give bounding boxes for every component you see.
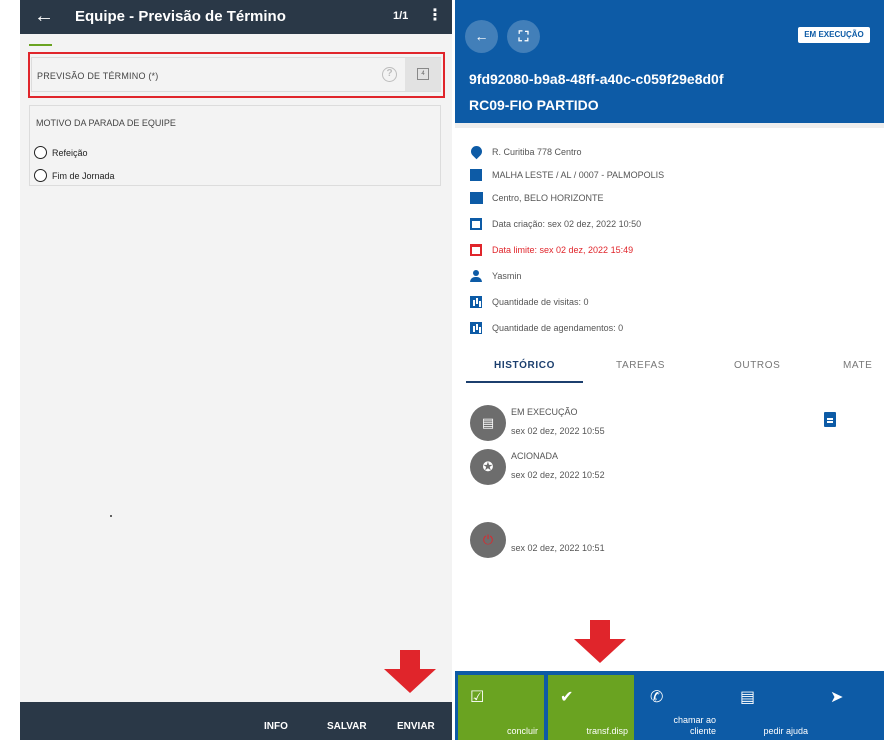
calendar-button[interactable]: 4 xyxy=(405,58,441,91)
info-text: Data criação: sex 02 dez, 2022 10:50 xyxy=(492,219,642,229)
person-icon xyxy=(470,269,483,283)
transf-disp-button[interactable]: ✔ transf.disp xyxy=(548,675,634,740)
tab-outros[interactable]: OUTROS xyxy=(734,360,780,371)
tab-tarefas[interactable]: TAREFAS xyxy=(616,360,665,371)
history-date: sex 02 dez, 2022 10:52 xyxy=(511,470,605,480)
directions-icon: ➤ xyxy=(830,689,844,706)
fullscreen-icon: ⛶ xyxy=(518,28,529,44)
arrow-left-icon[interactable]: ← xyxy=(34,5,54,27)
calendar-icon xyxy=(470,217,483,231)
info-text: R. Curitiba 778 Centro xyxy=(492,147,582,157)
motivo-parada-label: MOTIVO DA PARADA DE EQUIPE xyxy=(36,118,176,128)
back-button[interactable]: ← xyxy=(465,20,498,53)
concluir-button[interactable]: ☑ concluir xyxy=(458,675,544,740)
running-person-icon: ✪ xyxy=(470,449,506,485)
directions-button[interactable]: ➤ xyxy=(818,675,884,740)
chat-icon: ▤ xyxy=(740,689,756,706)
left-panel: ← Equipe - Previsão de Término 1/1 ⋮ PRE… xyxy=(20,0,452,740)
action-bar: ☑ concluir ✔ transf.disp ✆ chamar ao clie… xyxy=(455,671,884,740)
info-button[interactable]: INFO xyxy=(264,721,288,732)
order-code: RC09-FIO PARTIDO xyxy=(469,97,599,113)
action-label: transf.disp xyxy=(586,726,628,736)
arrow-left-icon: ← xyxy=(474,28,489,44)
expand-button[interactable]: ⛶ xyxy=(507,20,540,53)
action-label: pedir ajuda xyxy=(763,726,808,736)
radio-label: Refeição xyxy=(52,148,88,158)
more-vertical-icon[interactable]: ⋮ xyxy=(427,6,443,26)
calendar-icon: 4 xyxy=(417,68,429,80)
chamar-cliente-button[interactable]: ✆ chamar ao cliente xyxy=(638,675,724,740)
tab-historico[interactable]: HISTÓRICO xyxy=(494,360,555,371)
order-id: 9fd92080-b9a8-48ff-a40c-c059f29e8d0f xyxy=(469,71,724,87)
right-header: ← ⛶ EM EXECUÇÃO 9fd92080-b9a8-48ff-a40c-… xyxy=(455,0,884,123)
enviar-button[interactable]: ENVIAR xyxy=(397,721,435,732)
action-label: chamar ao cliente xyxy=(673,715,716,736)
radio-button[interactable] xyxy=(34,169,47,182)
dot-artifact xyxy=(110,515,112,517)
info-text: MALHA LESTE / AL / 0007 - PALMOPOLIS xyxy=(492,170,665,180)
bar-chart-icon xyxy=(470,295,483,309)
left-header: ← Equipe - Previsão de Término 1/1 ⋮ xyxy=(20,0,452,34)
right-panel: ← ⛶ EM EXECUÇÃO 9fd92080-b9a8-48ff-a40c-… xyxy=(455,0,884,746)
action-label: concluir xyxy=(506,726,538,736)
status-badge: EM EXECUÇÃO xyxy=(798,27,870,43)
city-icon xyxy=(470,191,483,205)
previsao-termino-label: PREVISÃO DE TÉRMINO (*) xyxy=(37,71,159,81)
tab-active-indicator xyxy=(466,381,583,383)
info-text: Quantidade de agendamentos: 0 xyxy=(492,323,624,333)
divider xyxy=(455,123,884,128)
history-date: sex 02 dez, 2022 10:55 xyxy=(511,426,605,436)
location-pin-icon xyxy=(468,143,485,160)
tab-materiais[interactable]: MATE xyxy=(843,360,872,371)
pedir-ajuda-button[interactable]: ▤ pedir ajuda xyxy=(728,675,814,740)
clipboard-check-icon: ☑ xyxy=(470,689,485,706)
screen: ← Equipe - Previsão de Término 1/1 ⋮ PRE… xyxy=(0,0,884,746)
page-counter: 1/1 xyxy=(393,10,409,22)
power-icon: ⏻ xyxy=(470,522,506,558)
info-text: Yasmin xyxy=(492,271,522,281)
radio-button[interactable] xyxy=(34,146,47,159)
salvar-button[interactable]: SALVAR xyxy=(327,721,367,732)
tab-bar: HISTÓRICO TAREFAS OUTROS MATE xyxy=(466,357,884,383)
transfer-icon: ✔ xyxy=(560,689,574,706)
info-text: Data limite: sex 02 dez, 2022 15:49 xyxy=(492,245,634,255)
bar-chart-icon xyxy=(470,321,483,335)
page-title: Equipe - Previsão de Término xyxy=(75,8,286,25)
calendar-icon xyxy=(470,243,483,257)
info-text: Centro, BELO HORIZONTE xyxy=(492,193,604,203)
history-title: EM EXECUÇÃO xyxy=(511,407,578,417)
previsao-termino-field[interactable]: PREVISÃO DE TÉRMINO (*) ? 4 xyxy=(31,57,441,92)
info-text: Quantidade de visitas: 0 xyxy=(492,297,589,307)
radio-label: Fim de Jornada xyxy=(52,171,115,181)
history-date: sex 02 dez, 2022 10:51 xyxy=(511,543,605,553)
motivo-parada-group: MOTIVO DA PARADA DE EQUIPE Refeição Fim … xyxy=(29,105,441,186)
progress-indicator xyxy=(29,44,52,46)
map-icon xyxy=(470,168,483,182)
help-circle-icon[interactable]: ? xyxy=(382,67,397,82)
left-footer: INFO SALVAR ENVIAR xyxy=(20,702,452,740)
clipboard-icon: ▤ xyxy=(470,405,506,441)
history-title: ACIONADA xyxy=(511,451,559,461)
phone-icon: ✆ xyxy=(650,689,664,706)
document-icon[interactable] xyxy=(824,412,836,427)
